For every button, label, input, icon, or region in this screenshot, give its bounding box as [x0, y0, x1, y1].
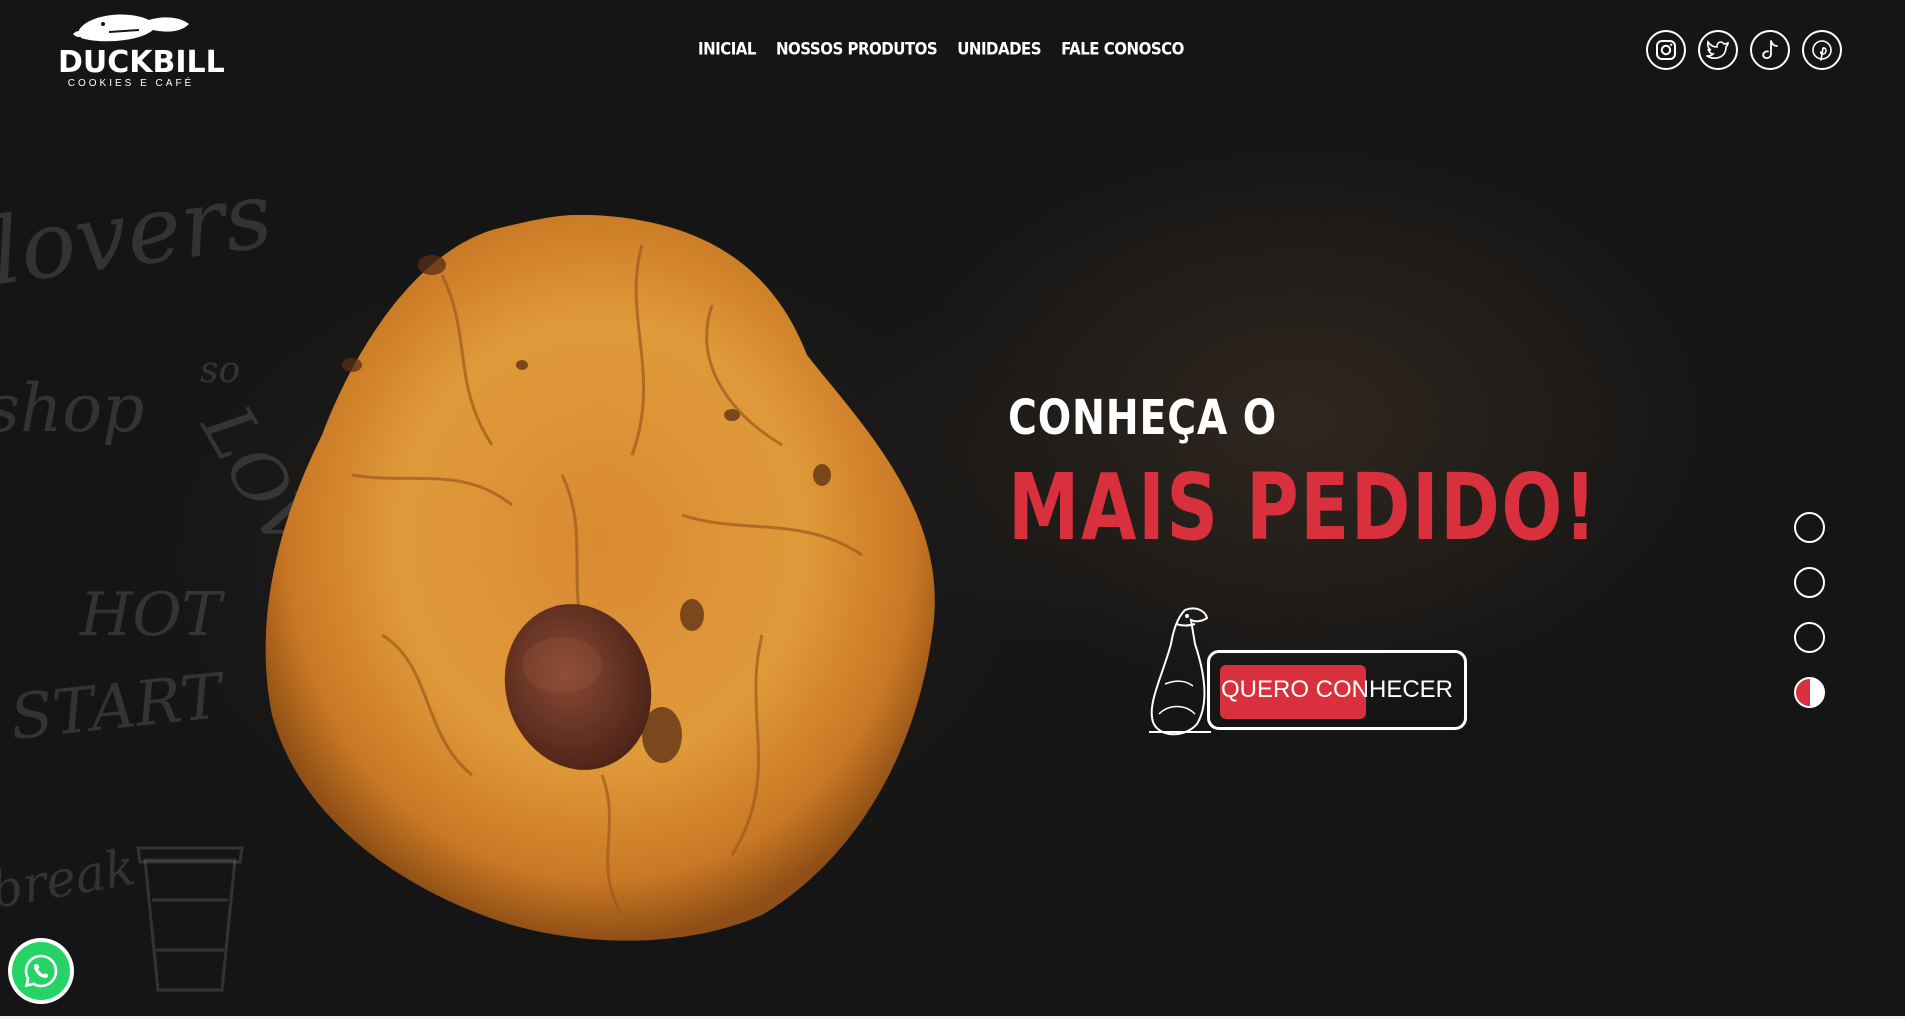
duck-logo-icon: [73, 14, 189, 42]
hero-title: MAIS PEDIDO!: [1008, 454, 1599, 561]
instagram-icon: [1656, 40, 1676, 60]
whatsapp-badge: [12, 942, 70, 1000]
whatsapp-button[interactable]: [8, 938, 74, 1004]
site-header: DUCKBILL COOKIES E CAFÉ INICIAL NOSSOS P…: [0, 0, 1905, 105]
whatsapp-icon: [24, 954, 58, 988]
nav-item-unidades[interactable]: UNIDADES: [957, 39, 1041, 59]
sketch-word: break: [0, 837, 140, 921]
brand-logo[interactable]: DUCKBILL COOKIES E CAFÉ: [58, 8, 225, 98]
nav-item-nossos-produtos[interactable]: NOSSOS PRODUTOS: [776, 39, 938, 59]
sketch-word: so: [200, 350, 241, 391]
hero-subtitle: CONHEÇA O: [1008, 390, 1278, 446]
slider-pagination: [1794, 512, 1825, 708]
sketch-word: HOT: [80, 580, 222, 650]
cta-label: QUERO CONHECER: [1220, 676, 1454, 703]
sketch-word: shop: [0, 370, 145, 447]
pinterest-link[interactable]: [1802, 30, 1842, 70]
slider-dot-4[interactable]: [1794, 677, 1825, 708]
slider-dot-3[interactable]: [1794, 622, 1825, 653]
brand-tagline: COOKIES E CAFÉ: [67, 78, 195, 89]
slider-dot-1[interactable]: [1794, 512, 1825, 543]
nav-item-inicial[interactable]: INICIAL: [698, 39, 756, 59]
duck-mascot-icon: [1149, 607, 1211, 736]
brand-name: DUCKBILL: [58, 45, 225, 80]
instagram-link[interactable]: [1646, 30, 1686, 70]
cta-area: QUERO CONHECER: [1145, 604, 1470, 739]
pinterest-icon: [1812, 40, 1832, 61]
sketch-word: lovers: [0, 160, 279, 307]
tiktok-icon: [1762, 40, 1778, 59]
main-nav: INICIAL NOSSOS PRODUTOS UNIDADES FALE CO…: [698, 39, 1184, 59]
sketch-word: START: [6, 659, 226, 754]
twitter-icon: [1706, 40, 1729, 59]
nav-item-fale-conosco[interactable]: FALE CONOSCO: [1061, 39, 1184, 59]
social-links: [1646, 30, 1842, 70]
cookie-image: [265, 215, 935, 941]
coffee-cup-sketch: [136, 846, 244, 992]
slider-dot-2[interactable]: [1794, 567, 1825, 598]
twitter-link[interactable]: [1698, 30, 1738, 70]
quero-conhecer-button[interactable]: QUERO CONHECER: [1207, 650, 1467, 730]
tiktok-link[interactable]: [1750, 30, 1790, 70]
page: lovers shop so HOT START LOVE break DUCK…: [0, 0, 1905, 1019]
